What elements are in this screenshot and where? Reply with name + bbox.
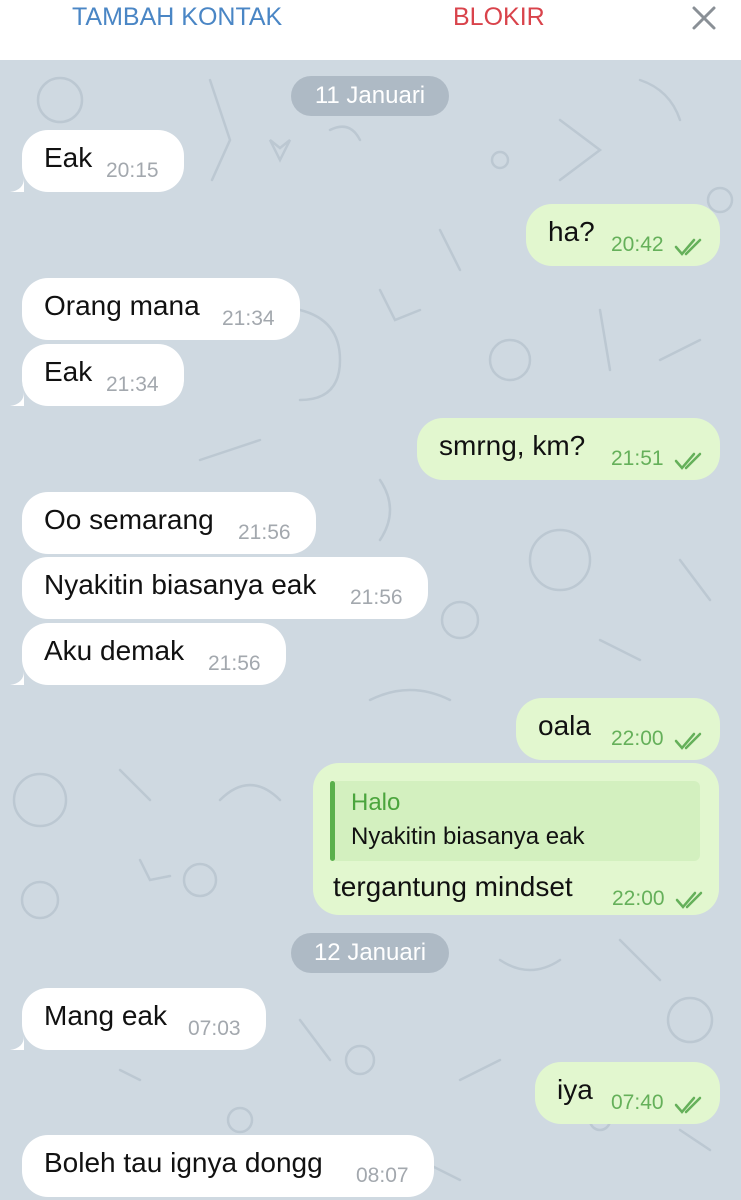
message-time: 21:56	[238, 521, 291, 544]
add-contact-button[interactable]: TAMBAH KONTAK	[72, 3, 282, 32]
message-time: 07:40	[611, 1091, 664, 1114]
message-text: Eak	[44, 142, 93, 173]
message-incoming[interactable]: Nyakitin biasanya eak 21:56	[22, 557, 428, 619]
message-text: Aku demak	[44, 635, 185, 666]
message-text: smrng, km?	[439, 430, 586, 461]
message-text: Nyakitin biasanya eak	[44, 569, 317, 600]
close-icon[interactable]	[690, 4, 718, 32]
double-check-icon	[675, 891, 703, 909]
message-time: 22:00	[612, 887, 665, 910]
reply-quote[interactable]: Halo Nyakitin biasanya eak	[330, 781, 700, 861]
message-outgoing[interactable]: smrng, km? 21:51	[417, 418, 720, 480]
date-separator: 11 Januari	[291, 76, 449, 116]
message-outgoing-reply[interactable]: Halo Nyakitin biasanya eak tergantung mi…	[313, 763, 719, 915]
message-time: 20:15	[106, 159, 159, 182]
message-incoming[interactable]: Aku demak 21:56	[22, 623, 286, 685]
message-incoming[interactable]: Eak 21:34	[22, 344, 184, 406]
message-text: Mang eak	[44, 1000, 167, 1031]
bubble-tail	[10, 671, 24, 685]
quote-accent-bar	[330, 781, 335, 861]
message-time: 21:51	[611, 447, 664, 470]
double-check-icon	[674, 238, 702, 256]
bubble-tail	[10, 392, 24, 406]
date-separator: 12 Januari	[291, 933, 449, 973]
block-button[interactable]: BLOKIR	[453, 3, 545, 32]
message-time: 08:07	[356, 1164, 409, 1187]
message-text: Eak	[44, 356, 93, 387]
message-time: 22:00	[611, 727, 664, 750]
double-check-icon	[674, 452, 702, 470]
bubble-tail	[10, 178, 24, 192]
message-time: 21:34	[106, 373, 159, 396]
message-text: Oo semarang	[44, 504, 214, 535]
message-incoming[interactable]: Mang eak 07:03	[22, 988, 266, 1050]
message-time: 20:42	[611, 233, 664, 256]
quote-text: Nyakitin biasanya eak	[351, 823, 585, 850]
message-text: Orang mana	[44, 290, 200, 321]
message-time: 21:56	[350, 586, 403, 609]
chat-area[interactable]: 11 Januari Eak 20:15 ha? 20:42 Orang man…	[0, 60, 741, 1200]
chat-action-bar: TAMBAH KONTAK BLOKIR	[0, 0, 741, 60]
message-incoming[interactable]: Orang mana 21:34	[22, 278, 300, 340]
message-incoming[interactable]: Boleh tau ignya dongg 08:07	[22, 1135, 434, 1197]
message-time: 21:34	[222, 307, 275, 330]
message-outgoing[interactable]: ha? 20:42	[526, 204, 720, 266]
message-time: 07:03	[188, 1017, 241, 1040]
quote-sender: Halo	[351, 789, 401, 816]
message-outgoing[interactable]: iya 07:40	[535, 1062, 720, 1124]
message-time: 21:56	[208, 652, 261, 675]
message-text: tergantung mindset	[333, 871, 573, 902]
bubble-tail	[10, 1036, 24, 1050]
message-text: Boleh tau ignya dongg	[44, 1147, 323, 1178]
message-text: iya	[557, 1074, 593, 1105]
double-check-icon	[674, 1096, 702, 1114]
message-incoming[interactable]: Eak 20:15	[22, 130, 184, 192]
double-check-icon	[674, 732, 702, 750]
message-text: ha?	[548, 216, 595, 247]
message-incoming[interactable]: Oo semarang 21:56	[22, 492, 316, 554]
message-text: oala	[538, 710, 591, 741]
message-outgoing[interactable]: oala 22:00	[516, 698, 720, 760]
